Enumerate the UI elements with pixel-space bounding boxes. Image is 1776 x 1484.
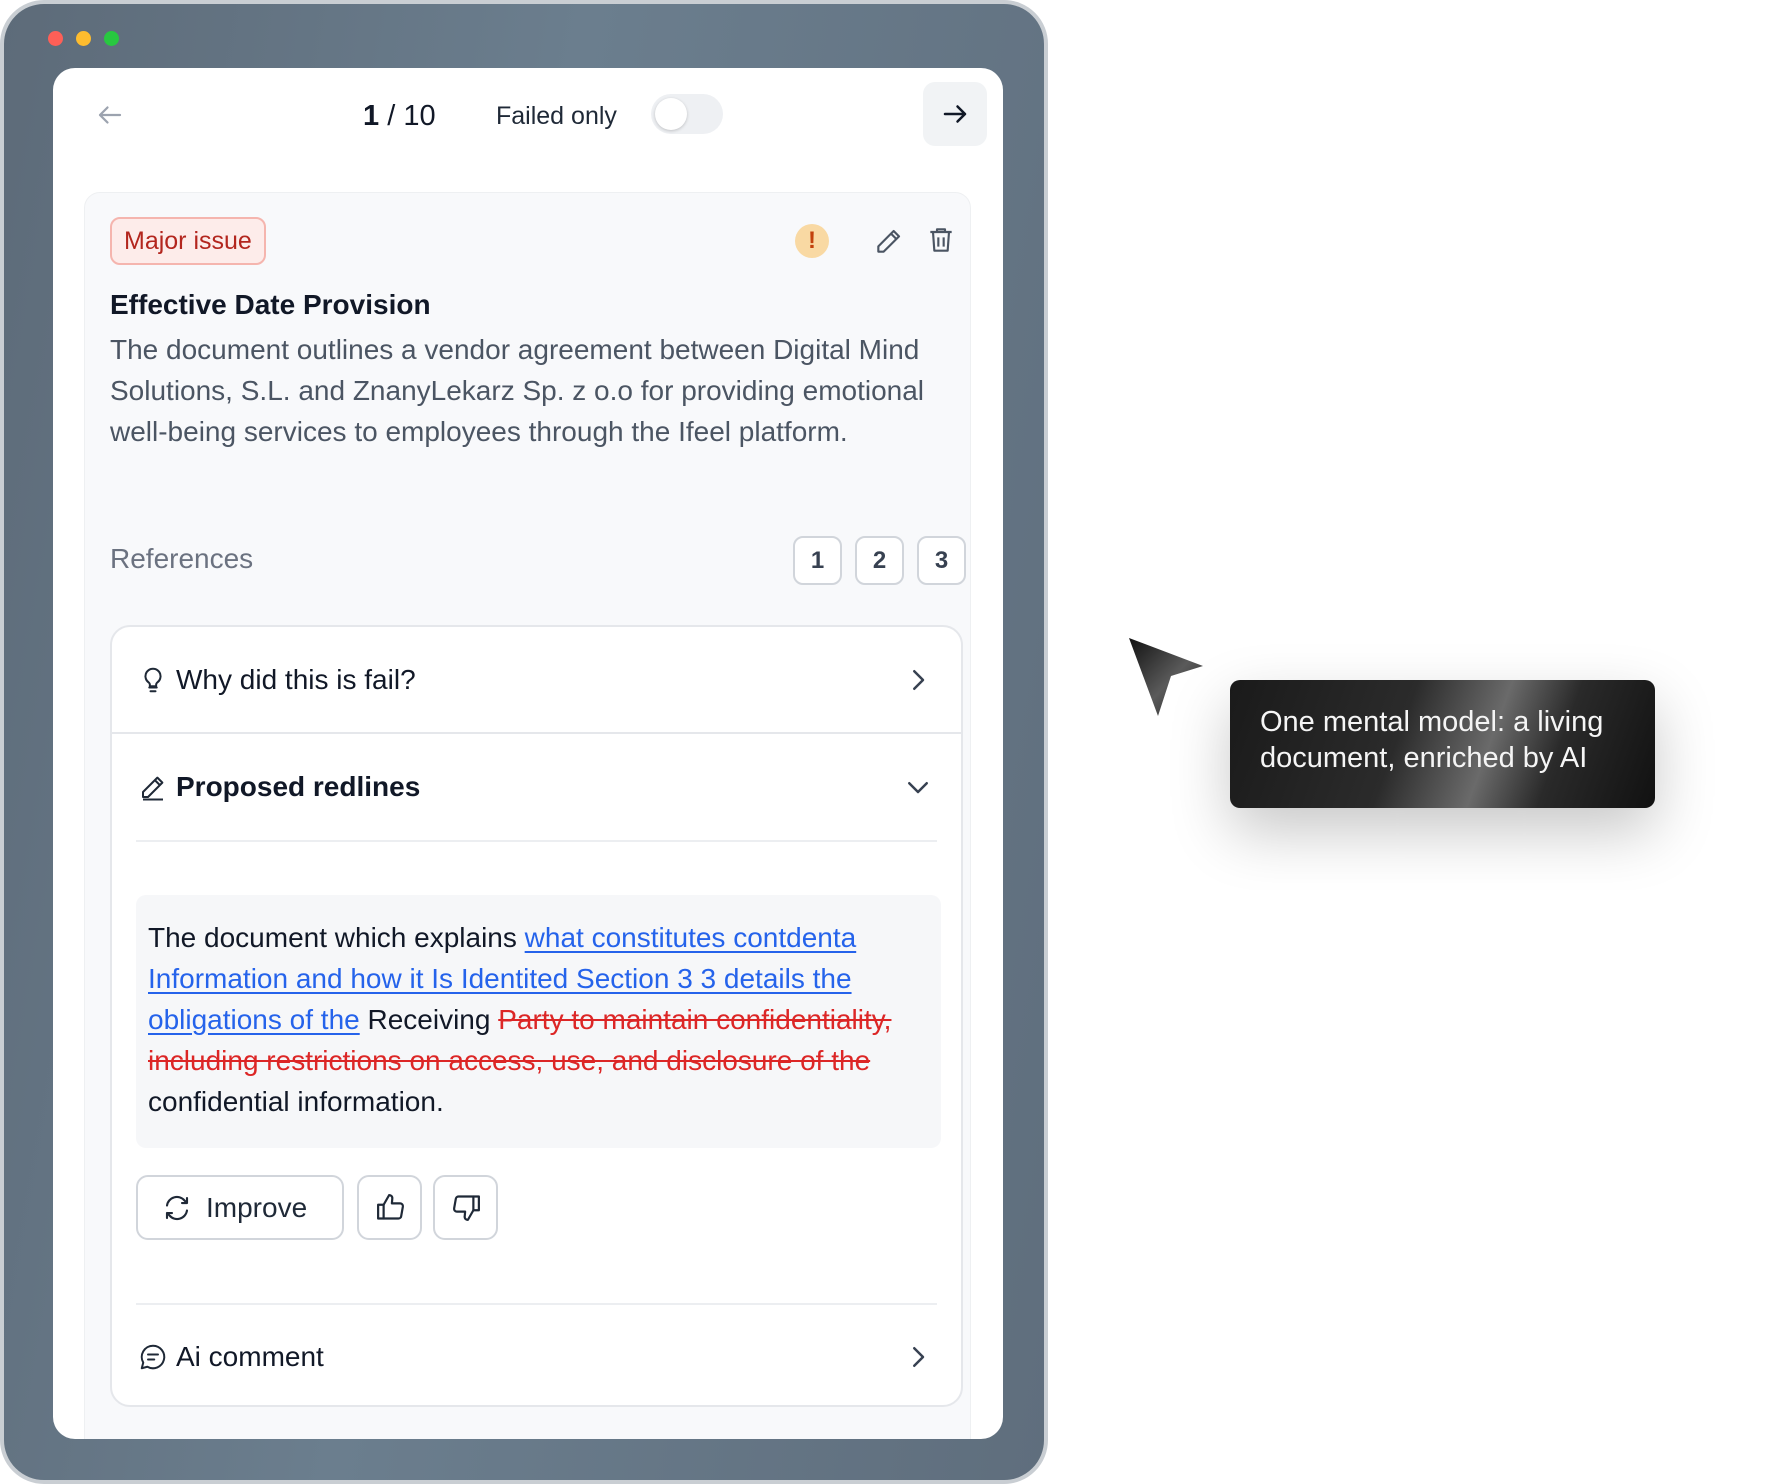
issue-card: Major issue ! Effective Date Provision T… (84, 192, 971, 1439)
edit-icon[interactable] (873, 225, 905, 257)
close-window-button[interactable] (48, 31, 63, 46)
warning-icon: ! (795, 224, 829, 258)
chevron-right-icon (913, 670, 925, 690)
reference-chip-3[interactable]: 3 (917, 536, 966, 585)
chevron-down-icon (908, 782, 928, 794)
improve-button[interactable]: Improve (136, 1175, 344, 1240)
proposed-redlines-row[interactable]: Proposed redlines (112, 734, 961, 840)
refresh-icon (165, 1195, 189, 1221)
previous-button[interactable] (85, 90, 135, 140)
redline-plain-3: confidential information. (148, 1086, 444, 1117)
issue-counter: 1 / 10 (363, 96, 436, 136)
review-panel: 1 / 10 Failed only Major issue ! Effecti… (53, 68, 1003, 1439)
trash-icon[interactable] (925, 223, 957, 257)
redlines-divider (136, 840, 937, 842)
issue-description: The document outlines a vendor agreement… (110, 334, 925, 447)
severity-badge: Major issue (110, 217, 266, 265)
reference-chip-1[interactable]: 1 (793, 536, 842, 585)
redline-plain-2: Receiving (359, 1004, 499, 1035)
reference-chip-2[interactable]: 2 (855, 536, 904, 585)
thumbs-down-button[interactable] (433, 1175, 498, 1240)
failed-only-label: Failed only (496, 102, 617, 130)
failed-only-toggle[interactable] (651, 94, 723, 134)
improve-label: Improve (206, 1192, 308, 1223)
issue-accordion: Why did this is fail? Proposed redlines … (110, 625, 963, 1407)
issue-title: Effective Date Provision (110, 289, 431, 320)
why-failed-label: Why did this is fail? (176, 664, 416, 695)
chat-bubble-icon (140, 1344, 166, 1370)
arrow-right-icon (943, 105, 967, 123)
maximize-window-button[interactable] (104, 31, 119, 46)
counter-total: 10 (403, 100, 436, 132)
tooltip: One mental model: a living document, enr… (1230, 680, 1655, 808)
pencil-icon (142, 776, 164, 801)
ai-comment-label: Ai comment (176, 1341, 324, 1372)
proposed-redlines-label: Proposed redlines (176, 771, 421, 802)
redline-plain-1: The document which explains (148, 922, 525, 953)
lightbulb-icon (144, 667, 162, 693)
counter-separator: / (379, 100, 404, 132)
chevron-right-icon (913, 1347, 925, 1367)
references-label: References (110, 543, 254, 574)
next-button[interactable] (923, 82, 987, 146)
redline-text: The document which explains what constit… (136, 895, 941, 1148)
arrow-left-icon (98, 106, 122, 124)
minimize-window-button[interactable] (76, 31, 91, 46)
ai-comment-row[interactable]: Ai comment (112, 1305, 961, 1405)
why-failed-row[interactable]: Why did this is fail? (112, 627, 961, 733)
toggle-knob (655, 98, 687, 130)
app-window: 1 / 10 Failed only Major issue ! Effecti… (0, 0, 1048, 1484)
references-list: 1 2 3 (793, 536, 966, 585)
thumbs-down-icon (453, 1195, 480, 1221)
thumbs-up-icon (377, 1194, 404, 1220)
thumbs-up-button[interactable] (357, 1175, 422, 1240)
cursor-pointer-icon (1129, 638, 1203, 716)
counter-current: 1 (363, 100, 380, 132)
